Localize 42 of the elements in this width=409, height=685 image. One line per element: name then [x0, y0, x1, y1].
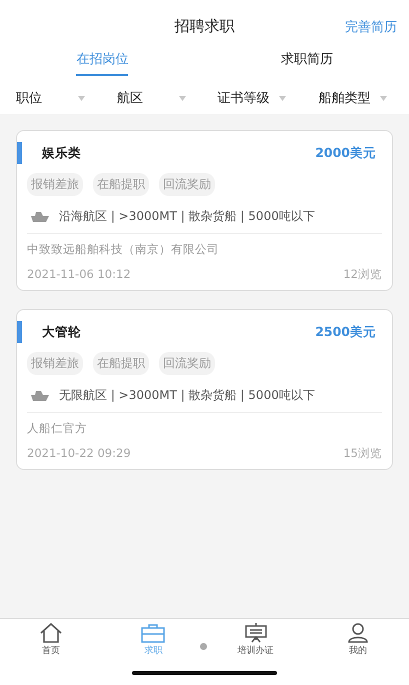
nav-tab[interactable]: 我的	[306, 619, 409, 661]
caret-icon	[178, 96, 186, 100]
user-icon	[346, 623, 370, 643]
nav-tab[interactable]: 培训办证	[204, 619, 307, 661]
page-title: 招聘求职	[174, 16, 234, 36]
tab[interactable]: 求职简历	[280, 52, 333, 76]
filter-dropdown[interactable]: 船舶类型	[318, 89, 370, 107]
briefcase-icon	[141, 623, 166, 643]
caret-icon	[380, 96, 387, 100]
floating-dot	[200, 643, 207, 650]
post-date: 2021-10-22 09:29	[27, 446, 131, 461]
job-details: 沿海航区 | >3000MT | 散杂货船 | 5000吨以下	[59, 208, 315, 225]
benefit-tag: 回流奖励	[159, 173, 215, 196]
filter-dropdown[interactable]: 证书等级	[218, 89, 270, 107]
job-title: 娱乐类	[42, 144, 82, 162]
ship-icon	[31, 212, 49, 222]
salary: 2000美元	[315, 144, 376, 162]
easel-icon	[244, 623, 268, 643]
job-title: 大管轮	[42, 324, 82, 340]
filter-dropdown[interactable]: 航区	[116, 89, 143, 107]
company-name: 中致致远船舶科技（南京）有限公司	[27, 242, 220, 257]
post-date: 2021-11-06 10:12	[27, 267, 131, 282]
caret-icon	[78, 96, 85, 100]
job-card[interactable]: 娱乐类 2000美元 报销差旅 在船提职 回流奖励 沿海航区 | >3000MT | 散杂货船 | 5000吨以下 中致致远船舶科技（南京）有限公司 2021-11-06 10:12 12浏览	[16, 130, 393, 291]
view-count: 12浏览	[343, 267, 382, 282]
ship-icon	[31, 390, 49, 400]
benefit-tag: 回流奖励	[159, 352, 215, 375]
view-count: 15浏览	[343, 446, 382, 461]
benefit-tag: 报销差旅	[27, 352, 83, 375]
accent-bar	[17, 321, 22, 343]
nav-tab[interactable]: 首页	[0, 619, 102, 661]
home-icon	[39, 623, 64, 643]
benefit-tag: 在船提职	[93, 352, 149, 375]
company-name: 人船仁官方	[27, 421, 88, 436]
benefit-tag: 报销差旅	[27, 173, 83, 196]
job-details: 无限航区 | >3000MT | 散杂货船 | 5000吨以下	[59, 387, 315, 404]
salary: 2500美元	[315, 324, 376, 340]
job-card[interactable]: 大管轮 2500美元 报销差旅 在船提职 回流奖励 无限航区 | >3000MT | 散杂货船 | 5000吨以下 人船仁官方 2021-10-22 09:29 15浏览	[16, 309, 393, 470]
filter-dropdown[interactable]: 职位	[16, 89, 42, 107]
caret-icon	[279, 96, 286, 100]
accent-bar	[17, 142, 22, 164]
benefit-tag: 在船提职	[93, 173, 149, 196]
